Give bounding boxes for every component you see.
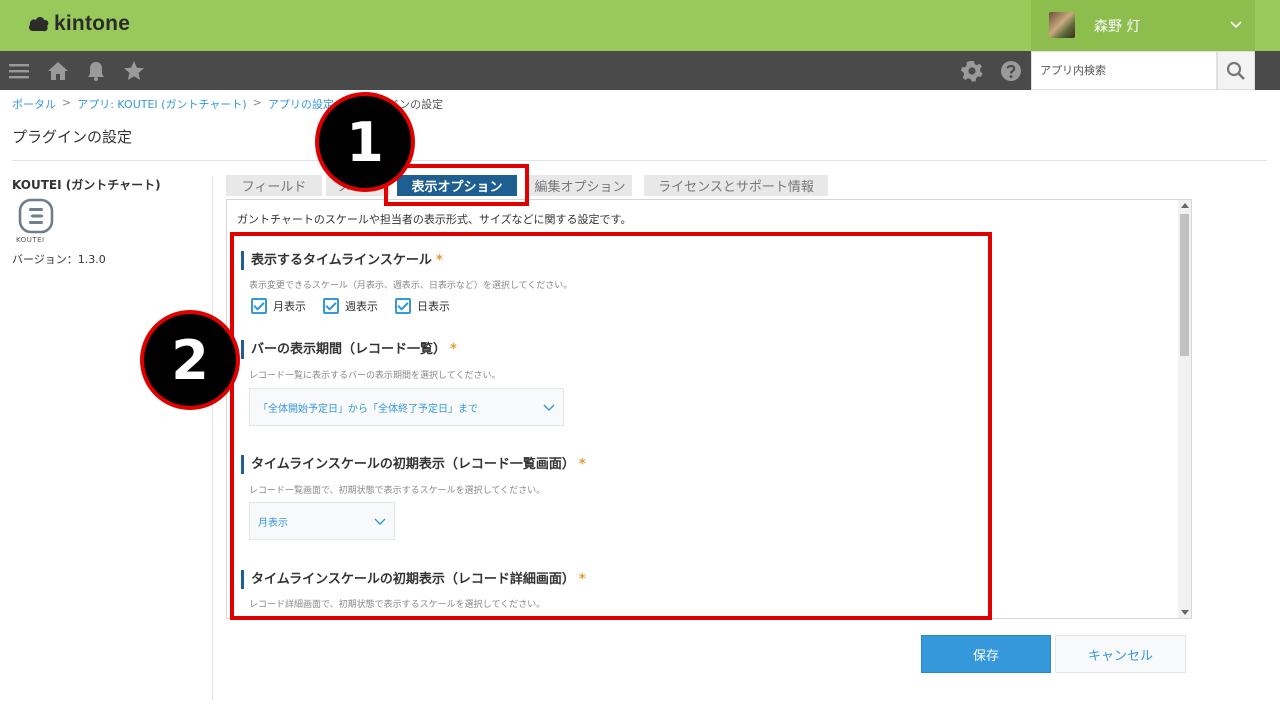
help-icon[interactable]: [1000, 60, 1022, 82]
gear-icon[interactable]: [961, 60, 983, 82]
annotation-highlight-settings: [230, 232, 992, 620]
bell-icon[interactable]: [85, 60, 107, 82]
page-title: プラグインの設定: [12, 128, 133, 146]
search-icon: [1226, 61, 1245, 80]
top-header: kintone 森野 灯: [0, 0, 1280, 51]
user-name: 森野 灯: [1094, 19, 1141, 35]
tab-fields[interactable]: フィールド: [226, 175, 322, 196]
plugin-icon-label: KOUTEI: [16, 236, 45, 244]
cloud-logo-icon: [29, 17, 49, 32]
home-icon[interactable]: [47, 60, 69, 82]
breadcrumb-app-settings[interactable]: アプリの設定: [268, 96, 334, 112]
menu-icon[interactable]: [8, 60, 30, 82]
annotation-badge-1: 1: [315, 92, 415, 192]
panel-description: ガントチャートのスケールや担当者の表示形式、サイズなどに関する設定です。: [237, 213, 632, 226]
breadcrumb-separator: >: [252, 96, 262, 109]
search-input[interactable]: [1032, 52, 1216, 89]
breadcrumb-portal[interactable]: ポータル: [12, 96, 56, 112]
panel-scrollbar[interactable]: [1178, 200, 1191, 618]
tab-license-support[interactable]: ライセンスとサポート情報: [644, 175, 828, 196]
avatar: [1049, 12, 1075, 38]
scroll-up-arrow-icon[interactable]: [1181, 203, 1189, 208]
tab-edit-options[interactable]: 編集オプション: [528, 175, 632, 196]
search-box: [1031, 51, 1217, 90]
user-menu[interactable]: 森野 灯: [1031, 0, 1255, 51]
search-button[interactable]: [1217, 51, 1255, 90]
title-divider: [12, 160, 1267, 161]
left-divider: [212, 176, 213, 700]
logo-text: kintone: [54, 12, 131, 35]
chevron-down-icon: [1230, 21, 1242, 29]
scroll-down-arrow-icon[interactable]: [1181, 610, 1189, 615]
save-button[interactable]: 保存: [921, 635, 1051, 673]
scroll-thumb[interactable]: [1180, 214, 1189, 356]
annotation-badge-2: 2: [140, 310, 240, 410]
breadcrumb-app[interactable]: アプリ: KOUTEI (ガントチャート): [77, 96, 246, 112]
plugin-name: KOUTEI (ガントチャート): [12, 178, 161, 192]
cancel-button[interactable]: キャンセル: [1055, 635, 1186, 673]
koutei-plugin-icon: [18, 198, 54, 234]
plugin-version: バージョン：1.3.0: [12, 253, 106, 266]
breadcrumb-separator: >: [62, 96, 72, 109]
kintone-logo[interactable]: kintone: [28, 12, 130, 36]
star-icon[interactable]: [123, 60, 145, 82]
